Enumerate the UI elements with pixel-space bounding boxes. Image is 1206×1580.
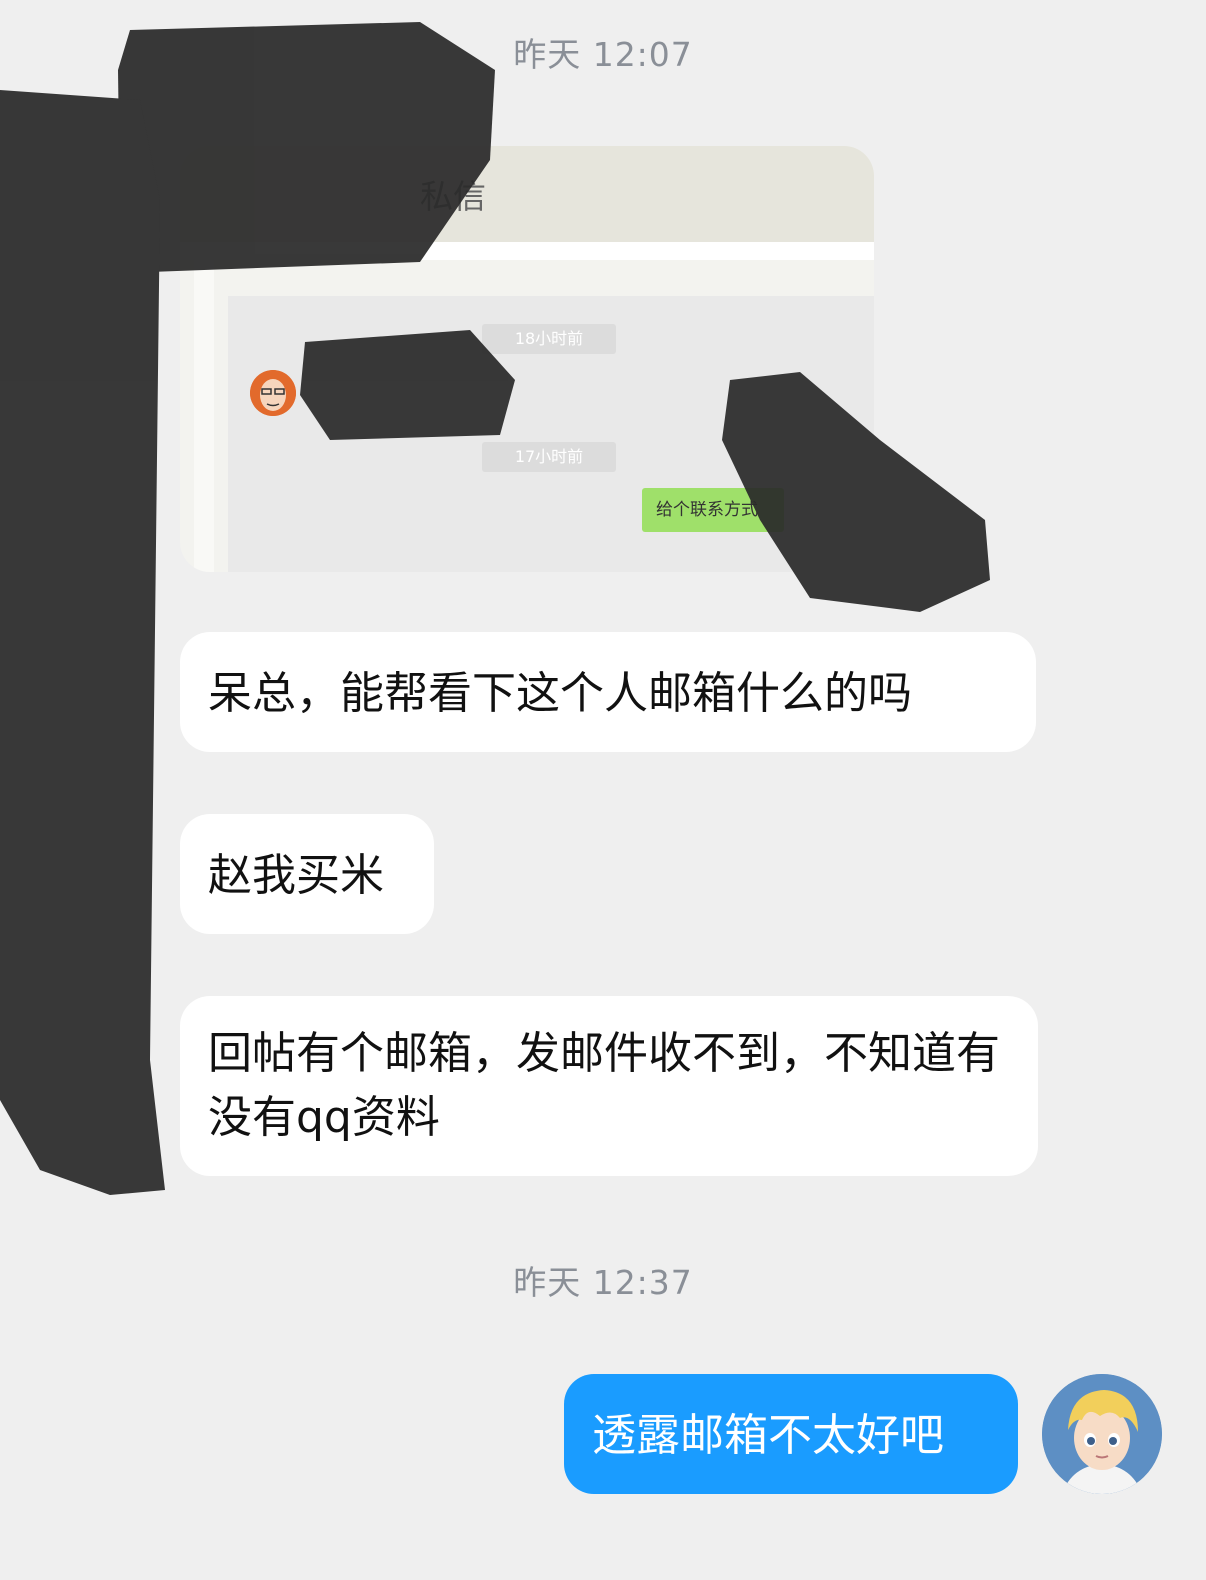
- redaction-top: [118, 22, 495, 272]
- user-avatar[interactable]: [1042, 1374, 1162, 1494]
- redaction-mid: [300, 330, 515, 440]
- redaction-right: [722, 372, 990, 612]
- message-text: 赵我买米: [208, 850, 384, 901]
- message-bubble-received[interactable]: 呆总，能帮看下这个人邮箱什么的吗: [180, 632, 1036, 752]
- redaction-left: [0, 90, 165, 1195]
- message-text: 透露邮箱不太好吧: [592, 1410, 944, 1461]
- message-bubble-received[interactable]: 回帖有个邮箱，发邮件收不到，不知道有没有qq资料: [180, 996, 1038, 1176]
- timestamp: 昨天 12:37: [513, 1263, 693, 1302]
- message-text: 呆总，能帮看下这个人邮箱什么的吗: [208, 668, 912, 719]
- message-text: 回帖有个邮箱，发邮件收不到，不知道有没有qq资料: [208, 1028, 1000, 1143]
- message-bubble-received[interactable]: 赵我买米: [180, 814, 434, 934]
- redaction-scribbles: [0, 22, 990, 1195]
- avatar-icon: [1042, 1374, 1162, 1494]
- message-bubble-sent[interactable]: 透露邮箱不太好吧: [564, 1374, 1018, 1494]
